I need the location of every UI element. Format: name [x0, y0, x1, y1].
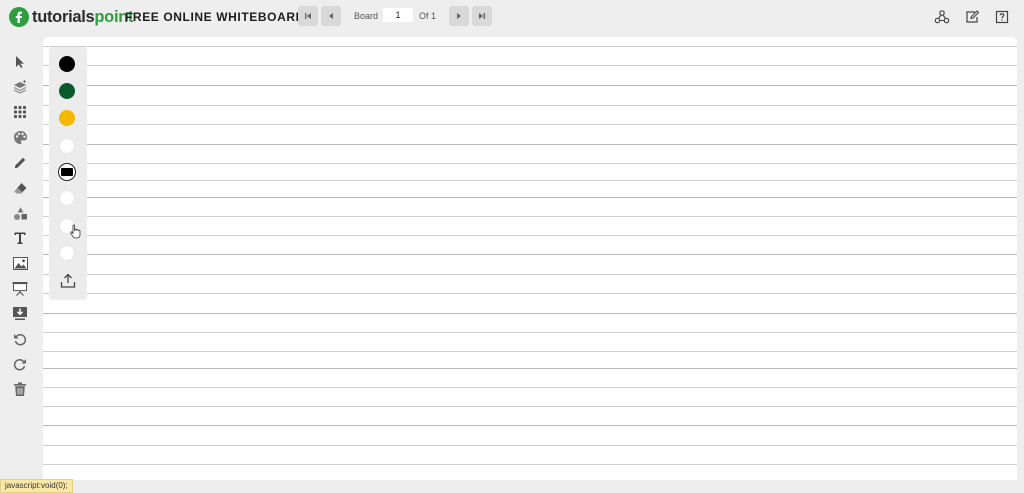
- ruled-line: [43, 368, 1017, 369]
- board-label: Board: [354, 11, 379, 21]
- rectangle-shape-indicator: [61, 168, 73, 176]
- redo-icon[interactable]: [11, 355, 29, 373]
- next-board-button[interactable]: [449, 6, 469, 26]
- brush-size-option[interactable]: [59, 245, 75, 261]
- ruled-line: [43, 235, 1017, 236]
- pointer-icon[interactable]: [11, 53, 29, 71]
- upload-icon[interactable]: [60, 273, 76, 289]
- ruled-line: [43, 293, 1017, 294]
- last-board-button[interactable]: [472, 6, 492, 26]
- logo-text-primary: tutorials: [32, 7, 95, 26]
- ruled-line: [43, 351, 1017, 352]
- hand-cursor-icon: [70, 224, 82, 244]
- color-swatch-white[interactable]: [59, 138, 75, 154]
- color-swatch-green[interactable]: [59, 83, 75, 99]
- skip-last-icon: [479, 13, 485, 19]
- ruled-line: [43, 425, 1017, 426]
- image-icon[interactable]: [11, 254, 29, 272]
- ruled-line: [43, 445, 1017, 446]
- ruled-line: [43, 144, 1017, 145]
- color-swatch-black[interactable]: [59, 56, 75, 72]
- ruled-line: [43, 180, 1017, 181]
- edit-icon[interactable]: [964, 9, 980, 25]
- ruled-line: [43, 105, 1017, 106]
- trash-icon[interactable]: [11, 380, 29, 398]
- presentation-icon[interactable]: [11, 279, 29, 297]
- color-swatch-yellow[interactable]: [59, 110, 75, 126]
- pencil-icon[interactable]: [11, 154, 29, 172]
- share-icon[interactable]: [934, 9, 950, 25]
- ruled-line: [43, 274, 1017, 275]
- shapes-icon[interactable]: [11, 204, 29, 222]
- logo-icon: [9, 7, 29, 27]
- text-icon[interactable]: [11, 229, 29, 247]
- logo[interactable]: tutorialspoint: [9, 6, 134, 28]
- ruled-line: [43, 163, 1017, 164]
- help-icon[interactable]: [994, 9, 1010, 25]
- logo-text: tutorialspoint: [32, 7, 134, 27]
- ruled-line: [43, 85, 1017, 86]
- page-title: FREE ONLINE WHITEBOARD: [125, 10, 305, 24]
- ruled-line: [43, 216, 1017, 217]
- board-count: Of 1: [419, 11, 437, 21]
- brush-size-option[interactable]: [59, 190, 75, 206]
- ruled-line: [43, 197, 1017, 198]
- download-icon[interactable]: [11, 304, 29, 322]
- board-number-input[interactable]: [383, 8, 413, 22]
- ruled-line: [43, 65, 1017, 66]
- grid-icon[interactable]: [11, 103, 29, 121]
- eraser-icon[interactable]: [11, 179, 29, 197]
- layers-icon[interactable]: [11, 78, 29, 96]
- ruled-line: [43, 254, 1017, 255]
- header: tutorialspoint FREE ONLINE WHITEBOARD Bo…: [0, 0, 1024, 34]
- color-palette: [49, 47, 87, 300]
- ruled-line: [43, 124, 1017, 125]
- previous-board-button[interactable]: [321, 6, 341, 26]
- first-board-button[interactable]: [298, 6, 318, 26]
- ruled-line: [43, 46, 1017, 47]
- chevron-right-icon: [457, 13, 461, 19]
- palette-icon[interactable]: [11, 128, 29, 146]
- ruled-line: [43, 406, 1017, 407]
- ruled-line: [43, 332, 1017, 333]
- undo-icon[interactable]: [11, 330, 29, 348]
- ruled-line: [43, 464, 1017, 465]
- skip-first-icon: [305, 13, 311, 19]
- brush-size-selected[interactable]: [58, 163, 76, 181]
- whiteboard-canvas[interactable]: [43, 37, 1017, 480]
- ruled-line: [43, 313, 1017, 314]
- chevron-left-icon: [329, 13, 333, 19]
- ruled-line: [43, 387, 1017, 388]
- status-bar-url: javascript:void(0);: [0, 479, 73, 493]
